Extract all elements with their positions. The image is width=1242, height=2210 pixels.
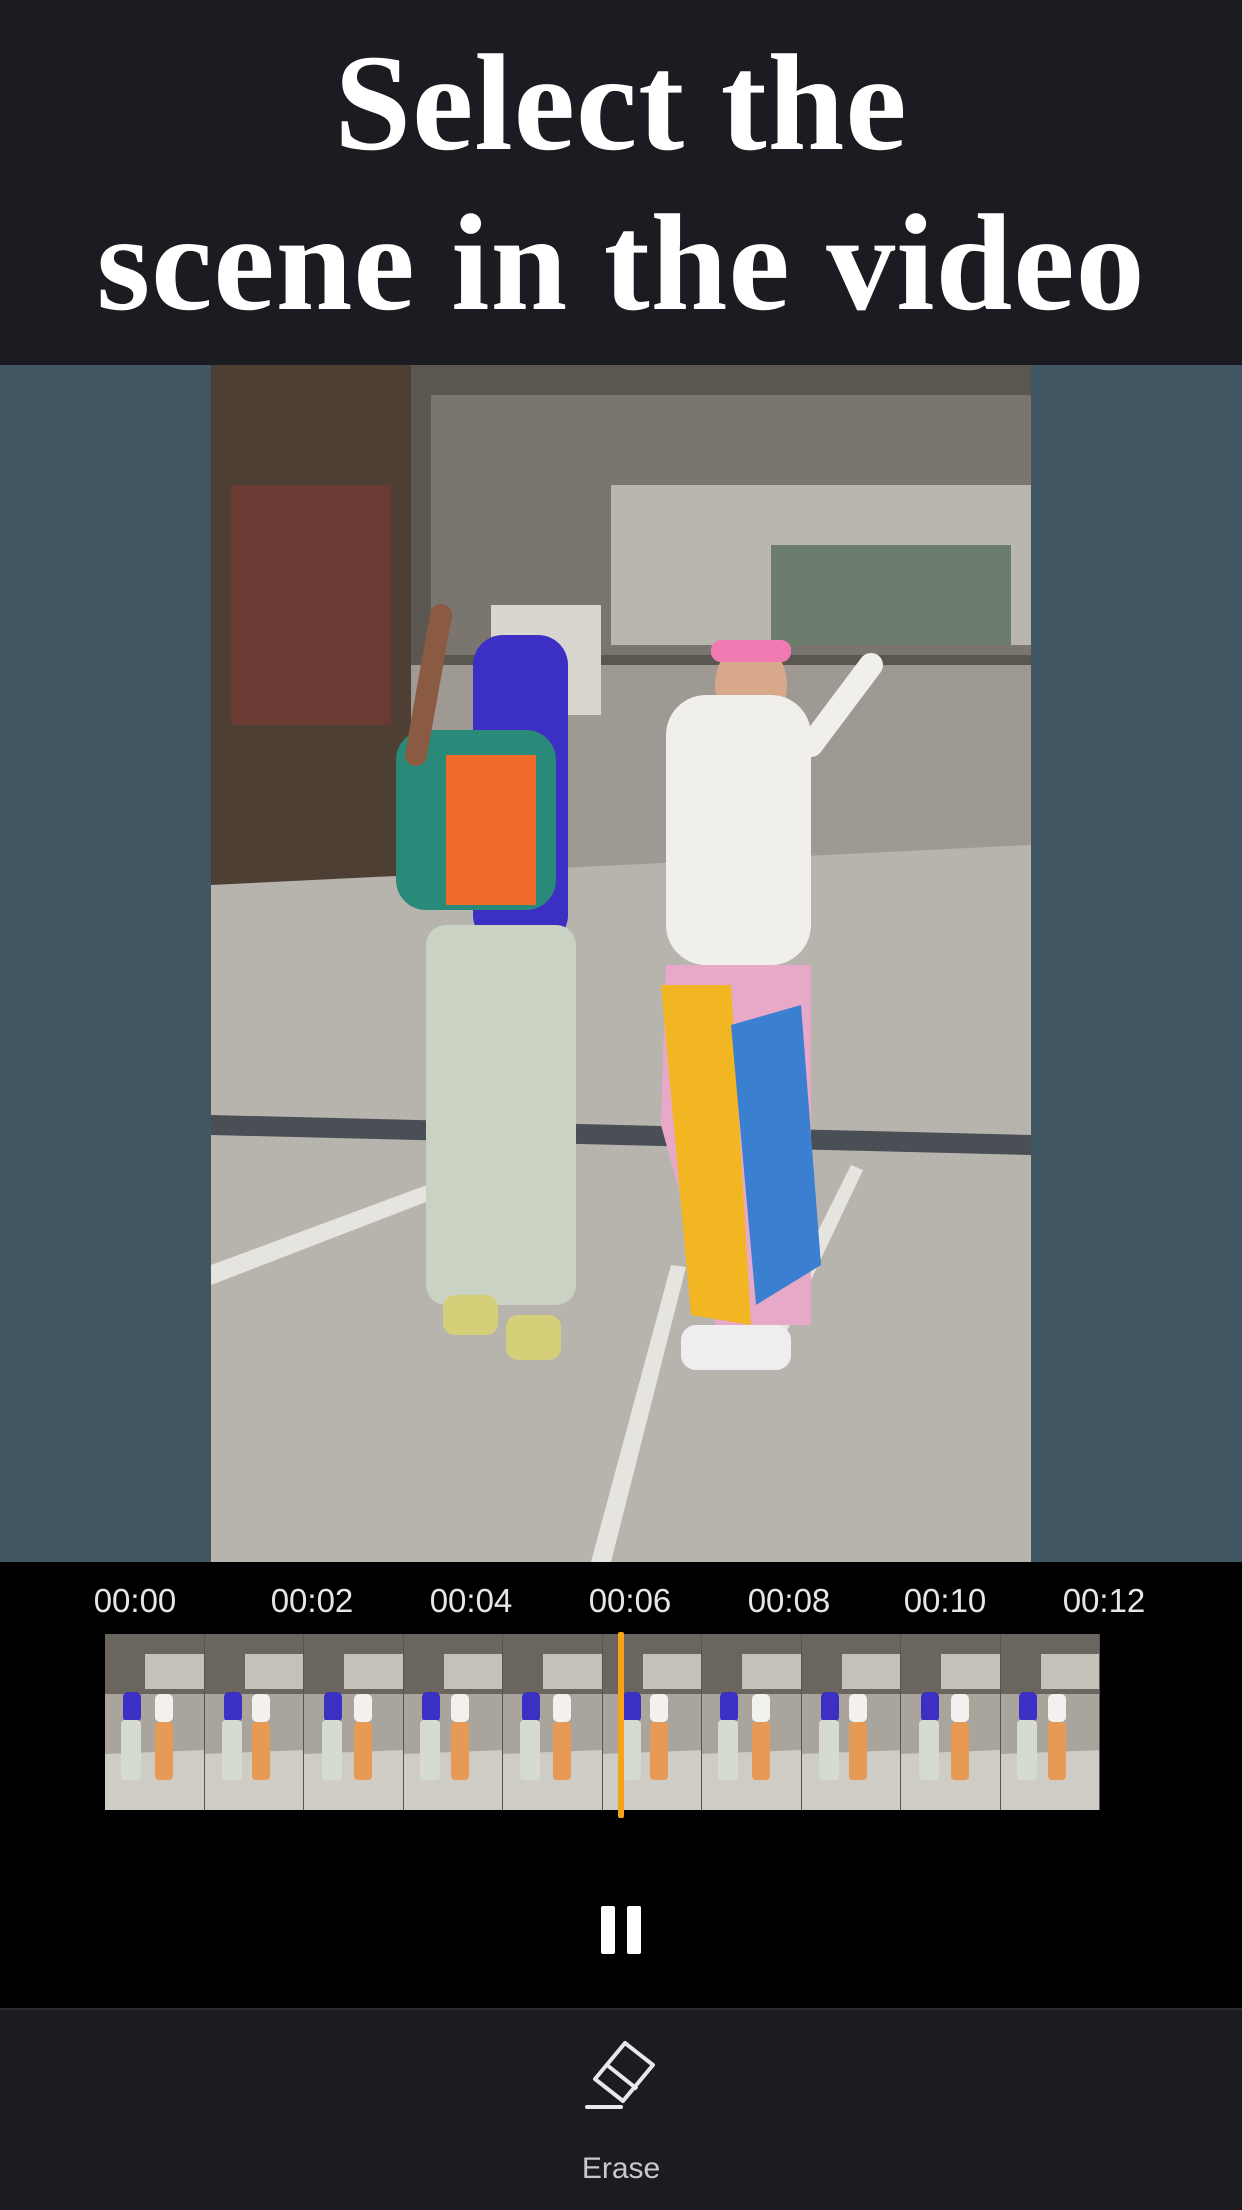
erase-button[interactable]: Erase — [541, 2030, 701, 2200]
filmstrip-frame — [702, 1634, 802, 1810]
timecode-label: 00:04 — [429, 1582, 513, 1619]
timecode-label: 00:08 — [747, 1582, 831, 1619]
video-frame-image — [211, 365, 1031, 1562]
filmstrip-frame — [1000, 1634, 1100, 1810]
header-banner: Select the scene in the video — [0, 0, 1242, 365]
filmstrip-frame — [503, 1634, 603, 1810]
filmstrip-frame — [204, 1634, 304, 1810]
erase-label: Erase — [581, 2152, 661, 2185]
timecode-label: 00:10 — [903, 1582, 987, 1619]
timecode-label: 00:02 — [270, 1582, 354, 1619]
timecode-ruler: 00:00 00:02 00:04 00:06 00:08 00:10 00:1… — [0, 1582, 1242, 1632]
timecode-label: 00:12 — [1062, 1582, 1146, 1619]
filmstrip-frame — [403, 1634, 503, 1810]
filmstrip-frame — [105, 1634, 205, 1810]
video-preview[interactable] — [211, 365, 1031, 1562]
timeline-panel: 00:00 00:02 00:04 00:06 00:08 00:10 00:1… — [0, 1562, 1242, 2008]
eraser-icon — [576, 2030, 666, 2120]
video-stage — [0, 365, 1242, 1562]
pause-button[interactable] — [588, 1897, 654, 1963]
pause-icon-bar — [627, 1906, 641, 1954]
filmstrip-frame — [304, 1634, 404, 1810]
pause-icon — [601, 1906, 615, 1954]
title-line-2: scene in the video — [96, 185, 1146, 339]
bottom-toolbar: Erase — [0, 2008, 1242, 2210]
filmstrip-frame — [901, 1634, 1001, 1810]
filmstrip-frame — [801, 1634, 901, 1810]
timecode-label: 00:00 — [93, 1582, 177, 1619]
video-filmstrip[interactable] — [105, 1634, 1100, 1810]
timecode-label: 00:06 — [588, 1582, 672, 1619]
page-title: Select the scene in the video — [96, 23, 1145, 343]
title-line-1: Select the — [334, 25, 908, 179]
playhead-marker[interactable] — [618, 1632, 624, 1818]
